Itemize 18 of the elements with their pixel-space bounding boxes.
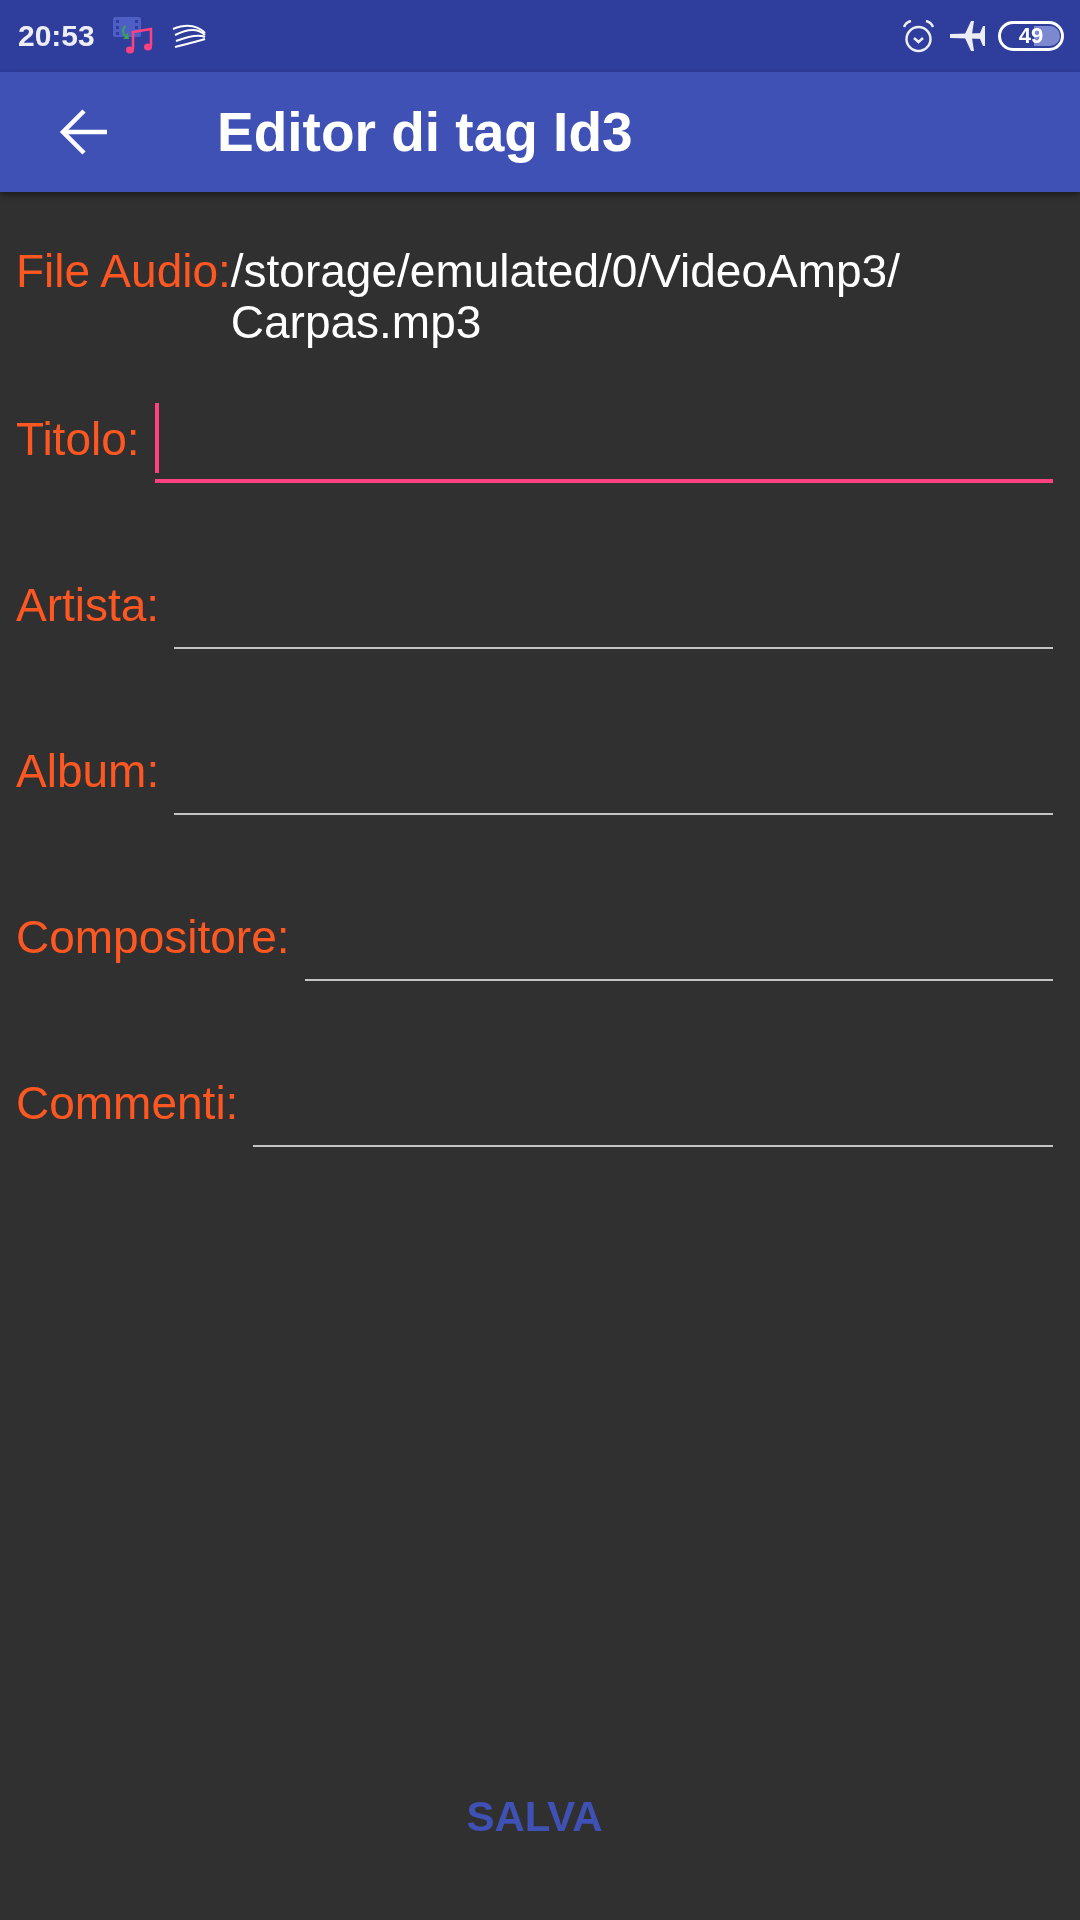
field-label: File Audio: bbox=[16, 246, 231, 299]
field-label: Titolo: bbox=[16, 412, 140, 466]
field-label: Commenti: bbox=[16, 1076, 239, 1130]
save-button[interactable]: SALVA bbox=[446, 1769, 623, 1865]
back-arrow-icon bbox=[59, 108, 109, 156]
battery-level: 49 bbox=[1018, 25, 1044, 47]
screen-title: Editor di tag Id3 bbox=[217, 100, 633, 164]
file-path: /storage/emulated/0/VideoAmp3/Carpas.mp3 bbox=[230, 246, 901, 348]
video-music-icon bbox=[112, 17, 154, 55]
field-label: Album: bbox=[16, 744, 160, 798]
field-label: Compositore: bbox=[16, 910, 290, 964]
airplane-icon bbox=[950, 21, 985, 51]
text-cursor-icon bbox=[154, 403, 159, 473]
field-label: Artista: bbox=[16, 578, 160, 632]
status-time: 20:53 bbox=[18, 19, 95, 53]
battery-icon bbox=[998, 21, 1064, 51]
swoosh-icon bbox=[170, 23, 207, 49]
alarm-clock-icon bbox=[902, 19, 935, 53]
